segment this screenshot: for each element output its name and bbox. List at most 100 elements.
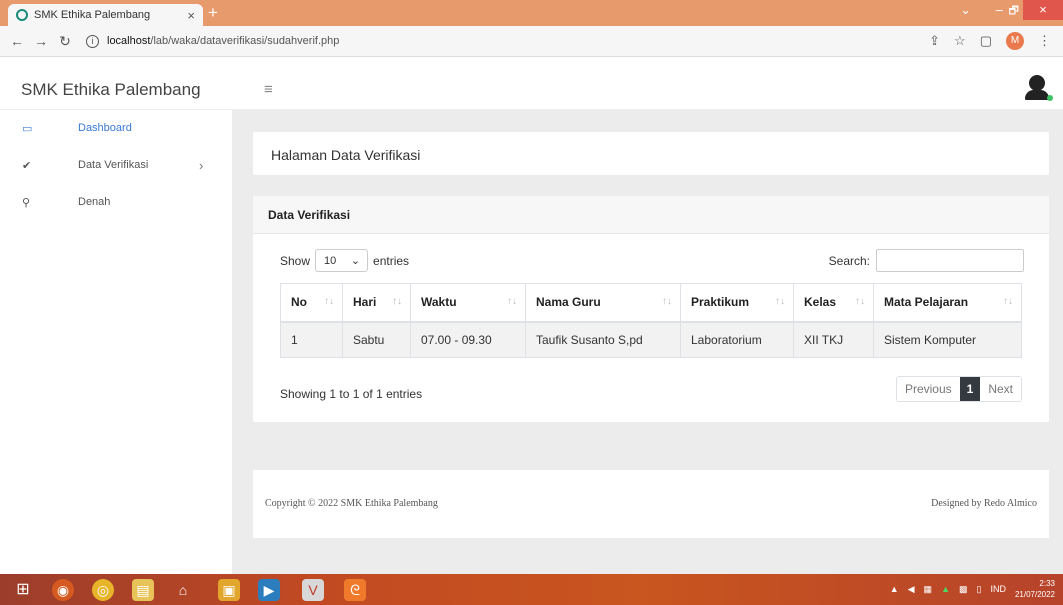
column-header-waktu[interactable]: Waktu ↑↓ [410,283,526,323]
bookmark-star-icon[interactable]: ☆ [954,33,966,49]
browser-tab[interactable]: SMK Ethika Palembang × [8,4,203,26]
window-close-button[interactable]: × [1023,0,1063,20]
entries-value: 10 [324,254,337,267]
editor-icon[interactable]: V [302,579,324,601]
site-info-icon[interactable]: i [86,34,99,48]
cell-nama-guru: Taufik Susanto S,pd [525,321,681,358]
avatar-head [1029,75,1045,91]
battery-icon[interactable]: ▯ [977,584,982,595]
page-title: Halaman Data Verifikasi [271,147,421,163]
cell-kelas: XII TKJ [793,321,874,358]
tab-title: SMK Ethika Palembang [34,9,151,21]
table-row: 1 Sabtu 07.00 - 09.30 Taufik Susanto S,p… [280,321,1022,358]
sort-icon: ↑↓ [324,296,334,307]
network-icon[interactable]: ▦ [924,584,933,595]
next-page-button[interactable]: Next [980,377,1021,401]
search-label: Search: [828,253,870,268]
sidebar-item-label: Dashboard [78,122,132,134]
back-arrow-icon[interactable]: ← [10,33,24,49]
show-label: Show [280,253,311,268]
volume-icon[interactable]: ◀ [908,584,915,595]
verification-table: No ↑↓ Hari ↑↓ Waktu ↑↓ Nama Guru ↑↓ Praktiku… [280,283,1022,358]
pagination: Previous 1 Next [895,376,1022,402]
sidebar-item-label: Data Verifikasi [78,159,149,171]
new-tab-button[interactable]: + [208,3,218,23]
column-header-praktikum[interactable]: Praktikum ↑↓ [680,283,794,323]
windows-start-icon[interactable]: ⊞ [12,579,34,601]
share-icon[interactable]: ⇪ [929,33,940,49]
language-indicator[interactable]: IND [990,584,1006,594]
check-icon: ✔ [22,159,32,172]
sort-icon: ↑↓ [775,296,785,307]
sort-icon: ↑↓ [662,296,672,307]
cell-no: 1 [280,321,343,358]
url-field[interactable]: localhost/lab/waka/dataverifikasi/sudahv… [107,35,339,47]
chevron-down-icon: ⌄ [350,255,361,267]
site-favicon-icon [16,9,28,21]
entries-label: entries [373,253,410,268]
search-input[interactable] [876,249,1024,272]
main-content: Halaman Data Verifikasi Data Verifikasi … [232,110,1063,574]
url-host: localhost [107,35,151,47]
chrome-icon[interactable]: ◎ [92,579,114,601]
cell-mata-pelajaran: Sistem Komputer [873,321,1022,358]
maximize-button[interactable]: 🗗 [1009,2,1019,21]
sidebar-item-denah[interactable]: ⚲ Denah [0,190,232,214]
app-header: SMK Ethika Palembang ≡ [0,57,1063,110]
card-title: Data Verifikasi [268,208,351,222]
column-header-nama-guru[interactable]: Nama Guru ↑↓ [525,283,681,323]
avatar-body [1025,90,1049,100]
page-title-card: Halaman Data Verifikasi [253,132,1049,175]
file-explorer-icon[interactable]: ▤ [132,579,154,601]
table-header-row: No ↑↓ Hari ↑↓ Waktu ↑↓ Nama Guru ↑↓ Praktiku… [280,283,1022,323]
media-player-icon[interactable]: ▶ [258,579,280,601]
sidebar: ▭ Dashboard ✔ Data Verifikasi › ⚲ Denah [0,110,232,574]
column-header-mata-pelajaran[interactable]: Mata Pelajaran ↑↓ [873,283,1022,323]
entries-select[interactable]: 10 ⌄ [315,249,369,272]
tray-expand-icon[interactable]: ▲ [890,584,899,594]
previous-page-button[interactable]: Previous [896,377,960,401]
browser-menu-icon[interactable]: ⋮ [1038,33,1051,49]
laptop-icon: ▭ [22,122,33,135]
grid-icon[interactable]: ▩ [959,584,968,595]
column-header-no[interactable]: No ↑↓ [280,283,343,323]
column-header-kelas[interactable]: Kelas ↑↓ [793,283,874,323]
sidebar-item-label: Denah [78,196,111,208]
forward-arrow-icon[interactable]: → [34,33,48,49]
browser-actions: ⇪ ☆ ▢ M ⋮ [929,32,1051,50]
brand-title[interactable]: SMK Ethika Palembang [21,80,201,100]
minimize-button[interactable]: – [996,2,1003,17]
entries-length-control: Show 10 ⌄ entries [280,249,409,272]
cell-hari: Sabtu [342,321,411,358]
warning-icon[interactable]: ▲ [941,584,950,594]
tab-search-icon[interactable]: ⌄ [960,2,971,18]
copyright-text: Copyright © 2022 SMK Ethika Palembang [265,498,438,509]
chevron-right-icon: › [199,157,204,173]
browser-tab-strip: SMK Ethika Palembang × + ⌄ – 🗗 × [0,0,1063,26]
profile-avatar[interactable]: M [1006,32,1024,50]
footer: Copyright © 2022 SMK Ethika Palembang De… [253,470,1049,538]
cell-waktu: 07.00 - 09.30 [410,321,526,358]
search-control: Search: [829,249,1024,272]
sidebar-item-dashboard[interactable]: ▭ Dashboard [0,116,232,140]
clock[interactable]: 2:33 21/07/2022 [1015,578,1055,600]
user-avatar[interactable] [1025,75,1053,101]
firefox-icon[interactable]: ◉ [52,579,74,601]
card-header: Data Verifikasi [253,196,1049,234]
column-header-hari[interactable]: Hari ↑↓ [342,283,411,323]
sort-icon: ↑↓ [855,296,865,307]
table-info: Showing 1 to 1 of 1 entries [280,387,423,401]
reload-icon[interactable]: ↻ [58,33,72,50]
sidebar-item-data-verifikasi[interactable]: ✔ Data Verifikasi › [0,153,232,177]
cell-praktikum: Laboratorium [680,321,794,358]
xampp-icon[interactable]: ᘓ [344,579,366,601]
clock-date: 21/07/2022 [1014,590,1055,599]
home-icon[interactable]: ⌂ [172,579,194,601]
tab-close-icon[interactable]: × [187,8,195,23]
app-icon[interactable]: ▣ [218,579,240,601]
sort-icon: ↑↓ [392,296,402,307]
clock-time: 2:33 [1039,579,1055,588]
hamburger-menu-icon[interactable]: ≡ [264,81,273,98]
page-1-button[interactable]: 1 [959,377,981,401]
side-panel-icon[interactable]: ▢ [980,33,992,49]
